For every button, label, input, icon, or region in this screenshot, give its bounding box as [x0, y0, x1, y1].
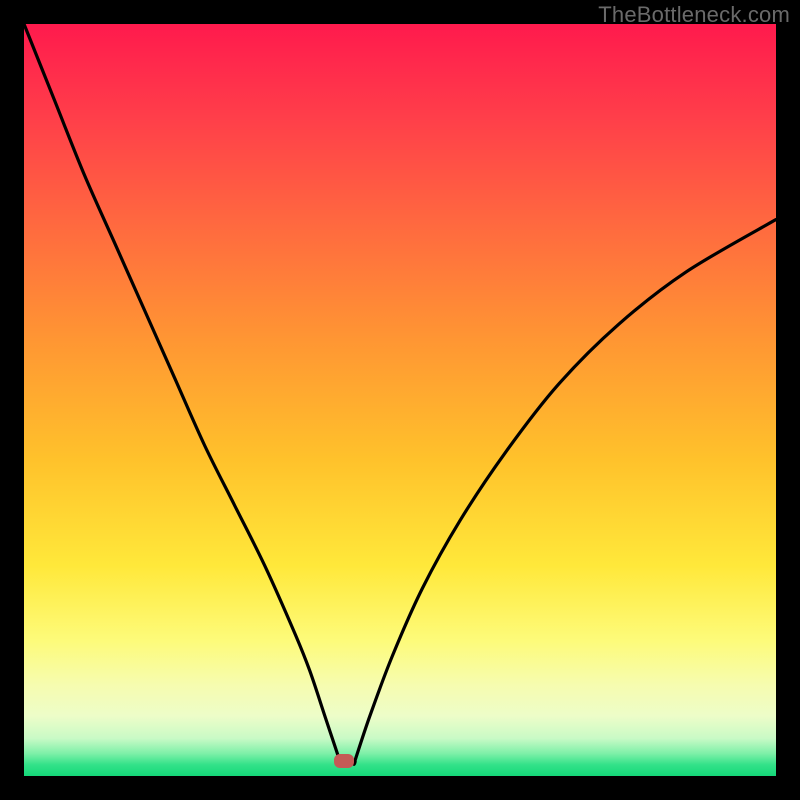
- chart-frame: TheBottleneck.com: [0, 0, 800, 800]
- bottleneck-curve: [24, 24, 776, 776]
- plot-area: [24, 24, 776, 776]
- curve-path: [24, 24, 776, 764]
- valley-marker: [334, 754, 354, 768]
